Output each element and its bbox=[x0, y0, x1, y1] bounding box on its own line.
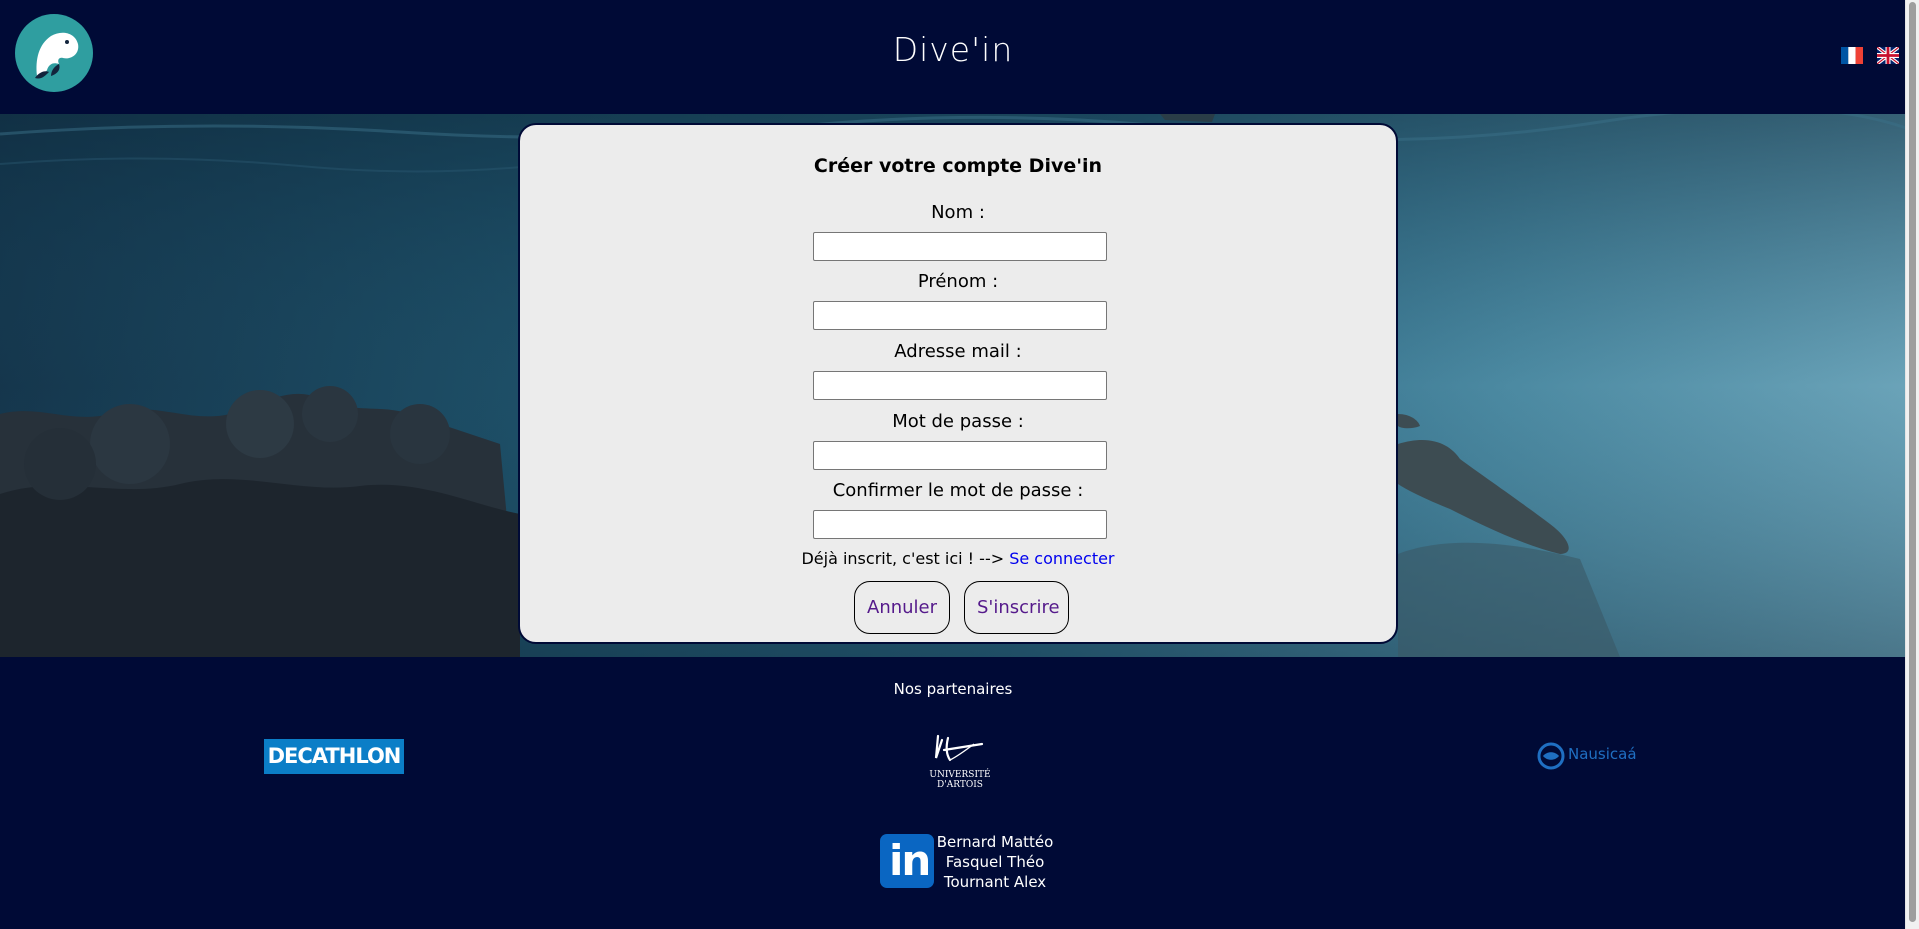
field-label-email: Adresse mail : bbox=[894, 341, 1022, 362]
login-prompt-text: Déjà inscrit, c'est ici ! --> bbox=[801, 549, 1005, 568]
nom-input[interactable] bbox=[813, 232, 1107, 261]
author-name: Bernard Mattéo bbox=[936, 833, 1054, 851]
login-link[interactable]: Se connecter bbox=[1009, 549, 1114, 568]
signup-button[interactable]: S'inscrire bbox=[964, 581, 1069, 634]
scrollbar-thumb[interactable] bbox=[1909, 2, 1916, 922]
nausicaa-logo[interactable]: Nausicaá bbox=[1536, 740, 1638, 772]
flag-uk-icon[interactable] bbox=[1875, 45, 1901, 66]
site-title: Dive'in bbox=[892, 30, 1014, 69]
field-label-prenom: Prénom : bbox=[917, 271, 999, 292]
prenom-input[interactable] bbox=[813, 301, 1107, 330]
flag-fr-icon[interactable] bbox=[1841, 47, 1863, 64]
form-title: Créer votre compte Dive'in bbox=[813, 155, 1103, 177]
field-label-nom: Nom : bbox=[931, 202, 985, 223]
author-name: Tournant Alex bbox=[943, 873, 1047, 891]
password-input[interactable] bbox=[813, 441, 1107, 470]
decathlon-logo[interactable]: DECATHLON bbox=[264, 739, 404, 774]
nausicaa-logo-name: Nausicaá bbox=[1568, 745, 1637, 763]
confirm-password-input[interactable] bbox=[813, 510, 1107, 539]
cancel-button[interactable]: Annuler bbox=[854, 581, 950, 634]
header: Dive'in bbox=[0, 0, 1906, 114]
field-label-confirm-password: Confirmer le mot de passe : bbox=[832, 480, 1084, 501]
artois-logo-name: UNIVERSITÉ D'ARTOIS bbox=[929, 770, 991, 790]
artois-logo[interactable]: UNIVERSITÉ D'ARTOIS bbox=[910, 730, 1010, 790]
partners-title: Nos partenaires bbox=[893, 680, 1013, 698]
signup-form: Créer votre compte Dive'in Nom : Prénom … bbox=[518, 123, 1398, 644]
linkedin-icon-label: in bbox=[889, 836, 931, 885]
linkedin-icon[interactable]: in bbox=[880, 834, 934, 888]
page-scrollbar[interactable] bbox=[1905, 0, 1919, 929]
field-label-password: Mot de passe : bbox=[892, 411, 1024, 432]
author-name: Fasquel Théo bbox=[945, 853, 1045, 871]
login-prompt: Déjà inscrit, c'est ici ! --> Se connect… bbox=[520, 549, 1396, 568]
page: Dive'in Créer votre compte Dive'in Nom:… bbox=[0, 0, 1906, 929]
email-input[interactable] bbox=[813, 371, 1107, 400]
authors-list: Bernard Mattéo Fasquel Théo Tournant Ale… bbox=[930, 832, 1060, 892]
